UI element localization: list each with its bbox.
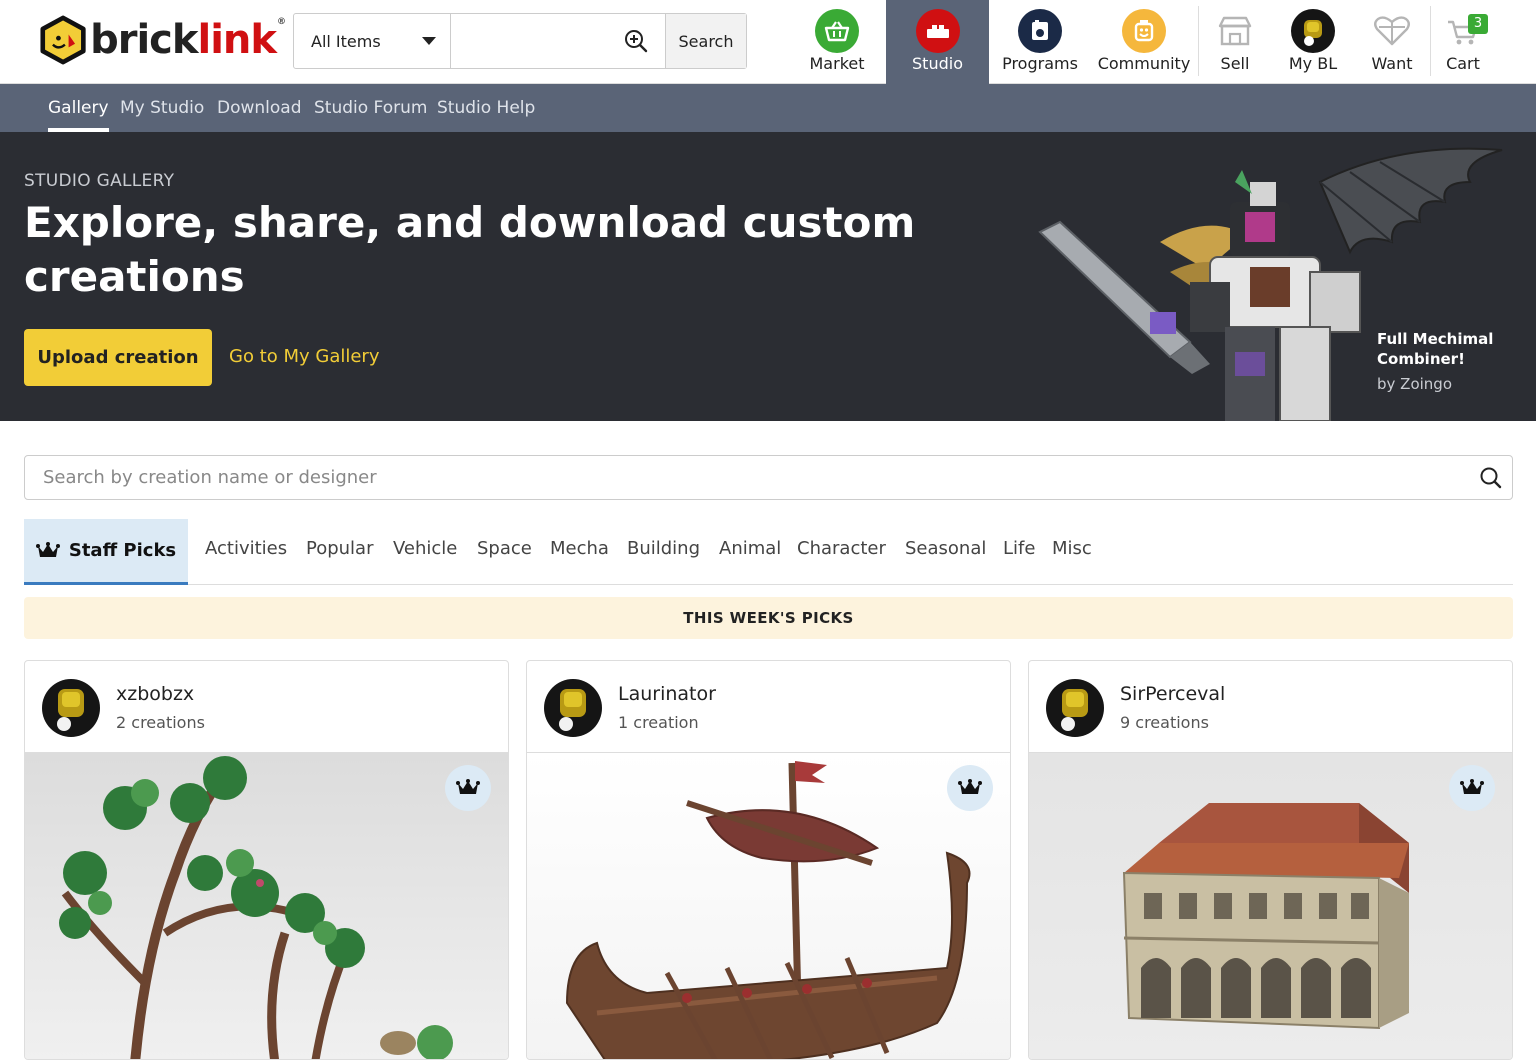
subnav-studio-help[interactable]: Studio Help: [437, 84, 535, 132]
creation-count: 1 creation: [618, 713, 699, 732]
minifig-face-icon: [1122, 9, 1166, 53]
zoom-in-icon[interactable]: [624, 29, 648, 53]
tree-scene-image: [59, 756, 453, 1059]
weekly-picks-banner: THIS WEEK'S PICKS: [24, 597, 1513, 639]
viking-ship-image: [565, 761, 971, 1059]
tab-misc[interactable]: Misc: [1052, 519, 1092, 585]
store-icon: [1213, 9, 1257, 53]
nav-my-bl[interactable]: My BL: [1280, 0, 1346, 84]
tab-activities[interactable]: Activities: [205, 519, 287, 585]
subnav-studio-forum[interactable]: Studio Forum: [314, 84, 427, 132]
category-tabs: Staff Picks Activities Popular Vehicle S…: [24, 519, 1513, 585]
avatar[interactable]: [42, 679, 100, 737]
creation-image[interactable]: [25, 753, 508, 1059]
creation-card[interactable]: SirPerceval 9 creations: [1028, 660, 1513, 1060]
creation-count: 2 creations: [116, 713, 205, 732]
featured-creation-designer[interactable]: by Zoingo: [1377, 375, 1527, 393]
nav-studio[interactable]: Studio: [886, 0, 989, 84]
subnav-download[interactable]: Download: [217, 84, 302, 132]
tab-staff-picks[interactable]: Staff Picks: [24, 519, 188, 585]
chevron-down-icon: [422, 37, 436, 45]
designer-name[interactable]: Laurinator: [618, 683, 716, 705]
nav-label: Market: [809, 54, 865, 73]
tab-seasonal[interactable]: Seasonal: [905, 519, 986, 585]
header-search-button[interactable]: Search: [666, 14, 746, 68]
tab-building[interactable]: Building: [627, 519, 700, 585]
nav-community[interactable]: Community: [1097, 0, 1191, 84]
card-header: xzbobzx 2 creations: [25, 661, 508, 753]
crown-icon: [35, 541, 60, 557]
nav-label: Want: [1371, 54, 1413, 73]
basket-icon: [815, 9, 859, 53]
creation-card[interactable]: xzbobzx 2 creations: [24, 660, 509, 1060]
nav-label: Cart: [1446, 54, 1480, 73]
top-header: bricklink® All Items Search Market Studi…: [0, 0, 1536, 84]
nav-label: Community: [1097, 54, 1191, 73]
tab-mecha[interactable]: Mecha: [550, 519, 609, 585]
cart-count-badge: 3: [1468, 14, 1488, 34]
tab-character[interactable]: Character: [797, 519, 886, 585]
designer-name[interactable]: SirPerceval: [1120, 683, 1225, 705]
staff-pick-badge: [947, 765, 993, 811]
search-icon[interactable]: [1479, 466, 1503, 490]
creation-card[interactable]: Laurinator 1 creation: [526, 660, 1011, 1060]
nav-label: My BL: [1288, 54, 1338, 73]
bricklink-logo[interactable]: bricklink®: [40, 12, 286, 68]
header-search-field: [451, 14, 666, 68]
avatar[interactable]: [544, 679, 602, 737]
crown-icon: [1460, 779, 1484, 794]
hero-banner: STUDIO GALLERY Explore, share, and downl…: [0, 132, 1536, 421]
creation-image[interactable]: [1029, 753, 1512, 1059]
hero-kicker: STUDIO GALLERY: [24, 171, 175, 191]
avatar-icon: [1291, 9, 1335, 53]
avatar[interactable]: [1046, 679, 1104, 737]
category-select[interactable]: All Items: [294, 14, 451, 68]
tab-life[interactable]: Life: [1003, 519, 1035, 585]
nav-label: Studio: [912, 54, 963, 73]
palace-building-image: [1122, 803, 1409, 1030]
heart-icon: [1370, 9, 1414, 53]
card-header: Laurinator 1 creation: [527, 661, 1010, 753]
brick-icon: [915, 9, 960, 53]
category-select-value: All Items: [311, 31, 381, 51]
bricklink-logo-icon: [40, 15, 86, 65]
card-header: SirPerceval 9 creations: [1029, 661, 1512, 753]
nav-label: Programs: [1002, 54, 1078, 73]
nav-cart[interactable]: 3 Cart: [1440, 0, 1488, 84]
gallery-search-input[interactable]: [25, 456, 1512, 499]
creation-count: 9 creations: [1120, 713, 1209, 732]
nav-label: Sell: [1220, 54, 1250, 73]
logo-wordmark: bricklink®: [90, 17, 286, 63]
crown-icon: [456, 779, 480, 794]
designer-name[interactable]: xzbobzx: [116, 683, 194, 705]
tab-label: Staff Picks: [68, 540, 177, 561]
header-search: All Items Search: [293, 13, 747, 69]
subnav-gallery[interactable]: Gallery: [48, 84, 109, 132]
nav-divider: [1198, 6, 1199, 76]
programs-icon: [1018, 9, 1062, 53]
hero-caption: Full Mechimal Combiner! by Zoingo: [1377, 329, 1527, 393]
tab-space[interactable]: Space: [477, 519, 532, 585]
staff-pick-badge: [1449, 765, 1495, 811]
studio-subnav: Gallery My Studio Download Studio Forum …: [0, 84, 1536, 132]
nav-divider: [1430, 6, 1431, 76]
nav-sell[interactable]: Sell: [1210, 0, 1260, 84]
nav-programs[interactable]: Programs: [1000, 0, 1080, 84]
creation-image[interactable]: [527, 753, 1010, 1059]
nav-market[interactable]: Market: [800, 0, 874, 84]
my-gallery-link[interactable]: Go to My Gallery: [229, 346, 380, 367]
featured-creation-title[interactable]: Full Mechimal Combiner!: [1377, 329, 1527, 369]
tab-vehicle[interactable]: Vehicle: [393, 519, 457, 585]
subnav-my-studio[interactable]: My Studio: [120, 84, 204, 132]
nav-want[interactable]: Want: [1364, 0, 1420, 84]
crown-icon: [958, 779, 982, 794]
tab-popular[interactable]: Popular: [306, 519, 374, 585]
tab-animal[interactable]: Animal: [719, 519, 781, 585]
staff-pick-badge: [445, 765, 491, 811]
hero-title: Explore, share, and download custom crea…: [24, 198, 916, 301]
upload-creation-button[interactable]: Upload creation: [24, 329, 212, 386]
gallery-search: [24, 455, 1513, 500]
